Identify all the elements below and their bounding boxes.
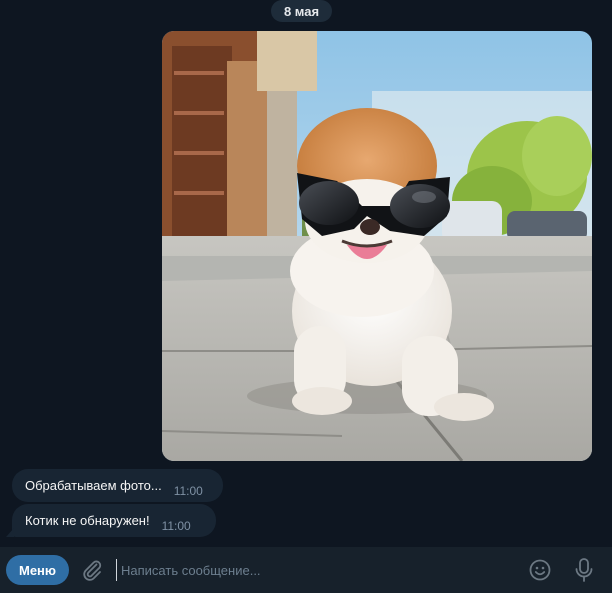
chat-history: 8 мая Обрабатываем фото... 11:00 Котик н… (0, 0, 612, 547)
message-time: 11:00 (173, 483, 203, 498)
incoming-message[interactable]: Обрабатываем фото... 11:00 (12, 469, 223, 502)
bubble-tail (6, 528, 14, 537)
paperclip-icon[interactable] (80, 558, 104, 582)
message-composer: Меню (0, 547, 612, 593)
message-input[interactable] (116, 559, 511, 581)
microphone-icon[interactable] (573, 557, 595, 583)
incoming-message[interactable]: Котик не обнаружен! 11:00 (6, 504, 216, 537)
message-time: 11:00 (161, 518, 191, 533)
message-text: Котик не обнаружен! (25, 513, 150, 528)
photo-message[interactable] (162, 31, 592, 461)
message-text: Обрабатываем фото... (25, 478, 162, 493)
date-badge: 8 мая (271, 0, 332, 22)
dog-in-sunglasses-photo[interactable] (162, 31, 592, 461)
menu-button-label: Меню (18, 562, 56, 578)
menu-button[interactable]: Меню (6, 555, 69, 585)
emoji-icon[interactable] (528, 558, 552, 582)
date-label: 8 мая (283, 3, 320, 19)
